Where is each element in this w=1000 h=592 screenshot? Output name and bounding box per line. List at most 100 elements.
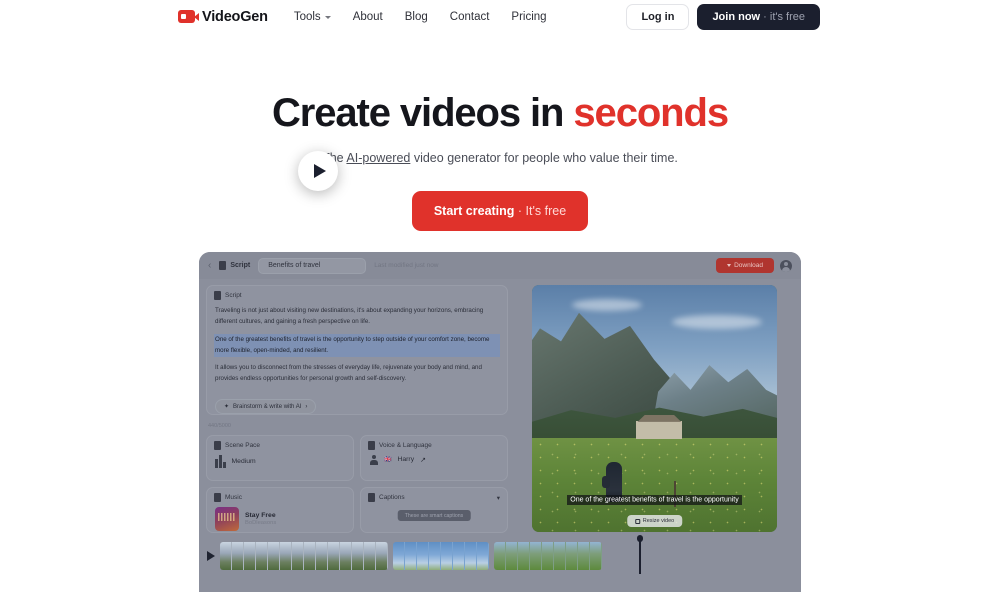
login-button[interactable]: Log in — [626, 3, 690, 30]
script-paragraph: Traveling is not just about visiting new… — [215, 307, 484, 325]
cta-label: Start creating — [433, 203, 515, 218]
resize-icon — [634, 518, 640, 524]
track-name: Stay Free — [245, 511, 276, 519]
app-preview-window: ‹ Script Benefits of travel Last modifie… — [199, 252, 801, 592]
microphone-icon — [368, 441, 375, 450]
download-label: Download — [734, 262, 763, 269]
script-paragraph-highlighted: One of the greatest benefits of travel i… — [215, 334, 499, 357]
video-preview-column: One of the greatest benefits of travel i… — [515, 285, 794, 532]
cta-wrapper: Start creating · It's free — [0, 190, 1000, 231]
download-icon — [727, 264, 732, 267]
file-icon — [214, 291, 221, 300]
music-card[interactable]: Music Stay Free BoDleasons — [206, 487, 354, 533]
captions-card[interactable]: Captions ▾ These are smart captions — [360, 487, 508, 533]
headline-main: Create videos in — [271, 91, 574, 135]
music-note-icon — [214, 493, 221, 502]
video-preview[interactable]: One of the greatest benefits of travel i… — [532, 285, 777, 532]
scene-pace-value: Medium — [231, 458, 256, 465]
timeline-playhead[interactable] — [637, 535, 642, 574]
caption-overlay: One of the greatest benefits of travel i… — [540, 488, 769, 506]
timeline-clip[interactable] — [494, 542, 602, 570]
start-creating-button[interactable]: Start creating · It's free — [411, 190, 589, 231]
scene-pace-label: Scene Pace — [225, 442, 261, 449]
external-link-icon[interactable]: ↗ — [420, 456, 426, 464]
cloud-shape — [572, 299, 642, 311]
timeline[interactable] — [199, 535, 801, 590]
frames-icon — [214, 441, 221, 450]
nav-item-tools[interactable]: Tools — [294, 11, 331, 23]
script-card-header: Script — [207, 286, 507, 302]
nav-item-contact-label: Contact — [449, 10, 490, 23]
script-paragraph: It allows you to disconnect from the str… — [215, 364, 482, 383]
app-toolbar: ‹ Script Benefits of travel Last modifie… — [199, 252, 801, 279]
nav-item-about-label: About — [352, 10, 383, 23]
caption-overlay-text: One of the greatest benefits of travel i… — [567, 494, 742, 505]
brainstorm-label: Brainstorm & write with AI — [233, 403, 302, 410]
captions-card-label: Captions — [379, 494, 405, 501]
caption-icon — [368, 493, 375, 502]
track-artist: BoDleasons — [245, 520, 277, 527]
script-text-area[interactable]: Traveling is not just about visiting new… — [207, 302, 507, 392]
editor-left-column: Script Traveling is not just about visit… — [206, 285, 508, 533]
hero-section: Create videos in seconds The AI-powered … — [0, 33, 1000, 231]
join-now-suffix: · it's free — [760, 10, 805, 23]
app-body: Script Traveling is not just about visit… — [199, 279, 801, 533]
play-icon — [314, 164, 326, 178]
headline-accent: seconds — [573, 91, 729, 135]
nav-item-pricing-label: Pricing — [511, 10, 547, 23]
timeline-play-button[interactable] — [207, 551, 215, 561]
resize-label: Resize video — [642, 518, 675, 524]
download-button[interactable]: Download — [716, 258, 774, 273]
cabin — [636, 420, 683, 439]
scene-pace-value-row: Medium — [207, 452, 353, 471]
hero-subtitle: The AI-powered video generator for peopl… — [0, 151, 1000, 165]
last-modified-text: Last modified just now — [374, 262, 439, 269]
scene-pace-card[interactable]: Scene Pace Medium — [206, 435, 354, 481]
captions-card-header: Captions ▾ — [361, 488, 507, 504]
settings-row-1: Scene Pace Medium Voice & Language 🇬🇧 Ha… — [206, 435, 508, 481]
play-button-overlay[interactable] — [298, 151, 338, 191]
chevron-left-icon[interactable]: ‹ — [208, 260, 211, 271]
brand[interactable]: VideoGen — [178, 9, 268, 25]
ai-powered-link[interactable]: AI-powered — [346, 151, 410, 165]
nav-actions: Log in Join now · it's free — [626, 3, 820, 30]
timeline-clip[interactable] — [393, 542, 489, 570]
captions-toggle-icon[interactable]: ▾ — [497, 494, 500, 502]
navbar: VideoGen Tools About Blog Contact Pricin… — [0, 0, 1000, 33]
sparkle-icon: ✦ — [224, 404, 230, 411]
project-title-input[interactable]: Benefits of travel — [258, 257, 367, 274]
music-card-label: Music — [225, 494, 242, 501]
page-title: Create videos in seconds — [0, 91, 1000, 136]
voice-name: Harry — [397, 456, 415, 463]
resize-video-button[interactable]: Resize video — [626, 515, 683, 527]
subtitle-after: video generator for people who value the… — [410, 150, 678, 165]
music-card-header: Music — [207, 488, 353, 504]
track-info: Stay Free BoDleasons — [245, 512, 276, 527]
nav-item-blog-label: Blog — [404, 10, 428, 23]
video-camera-icon — [178, 10, 199, 23]
avatar[interactable] — [780, 259, 792, 272]
voice-card-label: Voice & Language — [379, 442, 432, 449]
nav-links: Tools About Blog Contact Pricing — [294, 11, 547, 23]
script-card-label: Script — [225, 292, 242, 299]
join-now-label: Join now — [712, 10, 761, 23]
join-now-button[interactable]: Join now · it's free — [697, 3, 820, 30]
character-count: 440/5000 — [208, 423, 231, 429]
captions-preview-chip: These are smart captions — [397, 510, 471, 521]
toolbar-actions: Download — [716, 258, 792, 273]
script-card-footer: ✦ Brainstorm & write with AI › — [207, 392, 507, 420]
nav-item-contact[interactable]: Contact — [450, 11, 490, 23]
settings-row-2: Music Stay Free BoDleasons Captions ▾ Th… — [206, 487, 508, 533]
nav-item-pricing[interactable]: Pricing — [511, 11, 546, 23]
chevron-right-icon: › — [305, 403, 308, 410]
voice-value-row: 🇬🇧 Harry ↗ — [361, 452, 507, 467]
scene-pace-header: Scene Pace — [207, 436, 353, 452]
nav-item-about[interactable]: About — [353, 11, 383, 23]
brainstorm-with-ai-button[interactable]: ✦ Brainstorm & write with AI › — [215, 399, 317, 415]
timeline-clip[interactable] — [220, 542, 388, 570]
nav-item-blog[interactable]: Blog — [405, 11, 428, 23]
voice-language-card[interactable]: Voice & Language 🇬🇧 Harry ↗ — [360, 435, 508, 481]
equalizer-icon — [215, 455, 226, 468]
music-track-row: Stay Free BoDleasons — [207, 504, 353, 534]
chevron-down-icon — [324, 15, 331, 19]
